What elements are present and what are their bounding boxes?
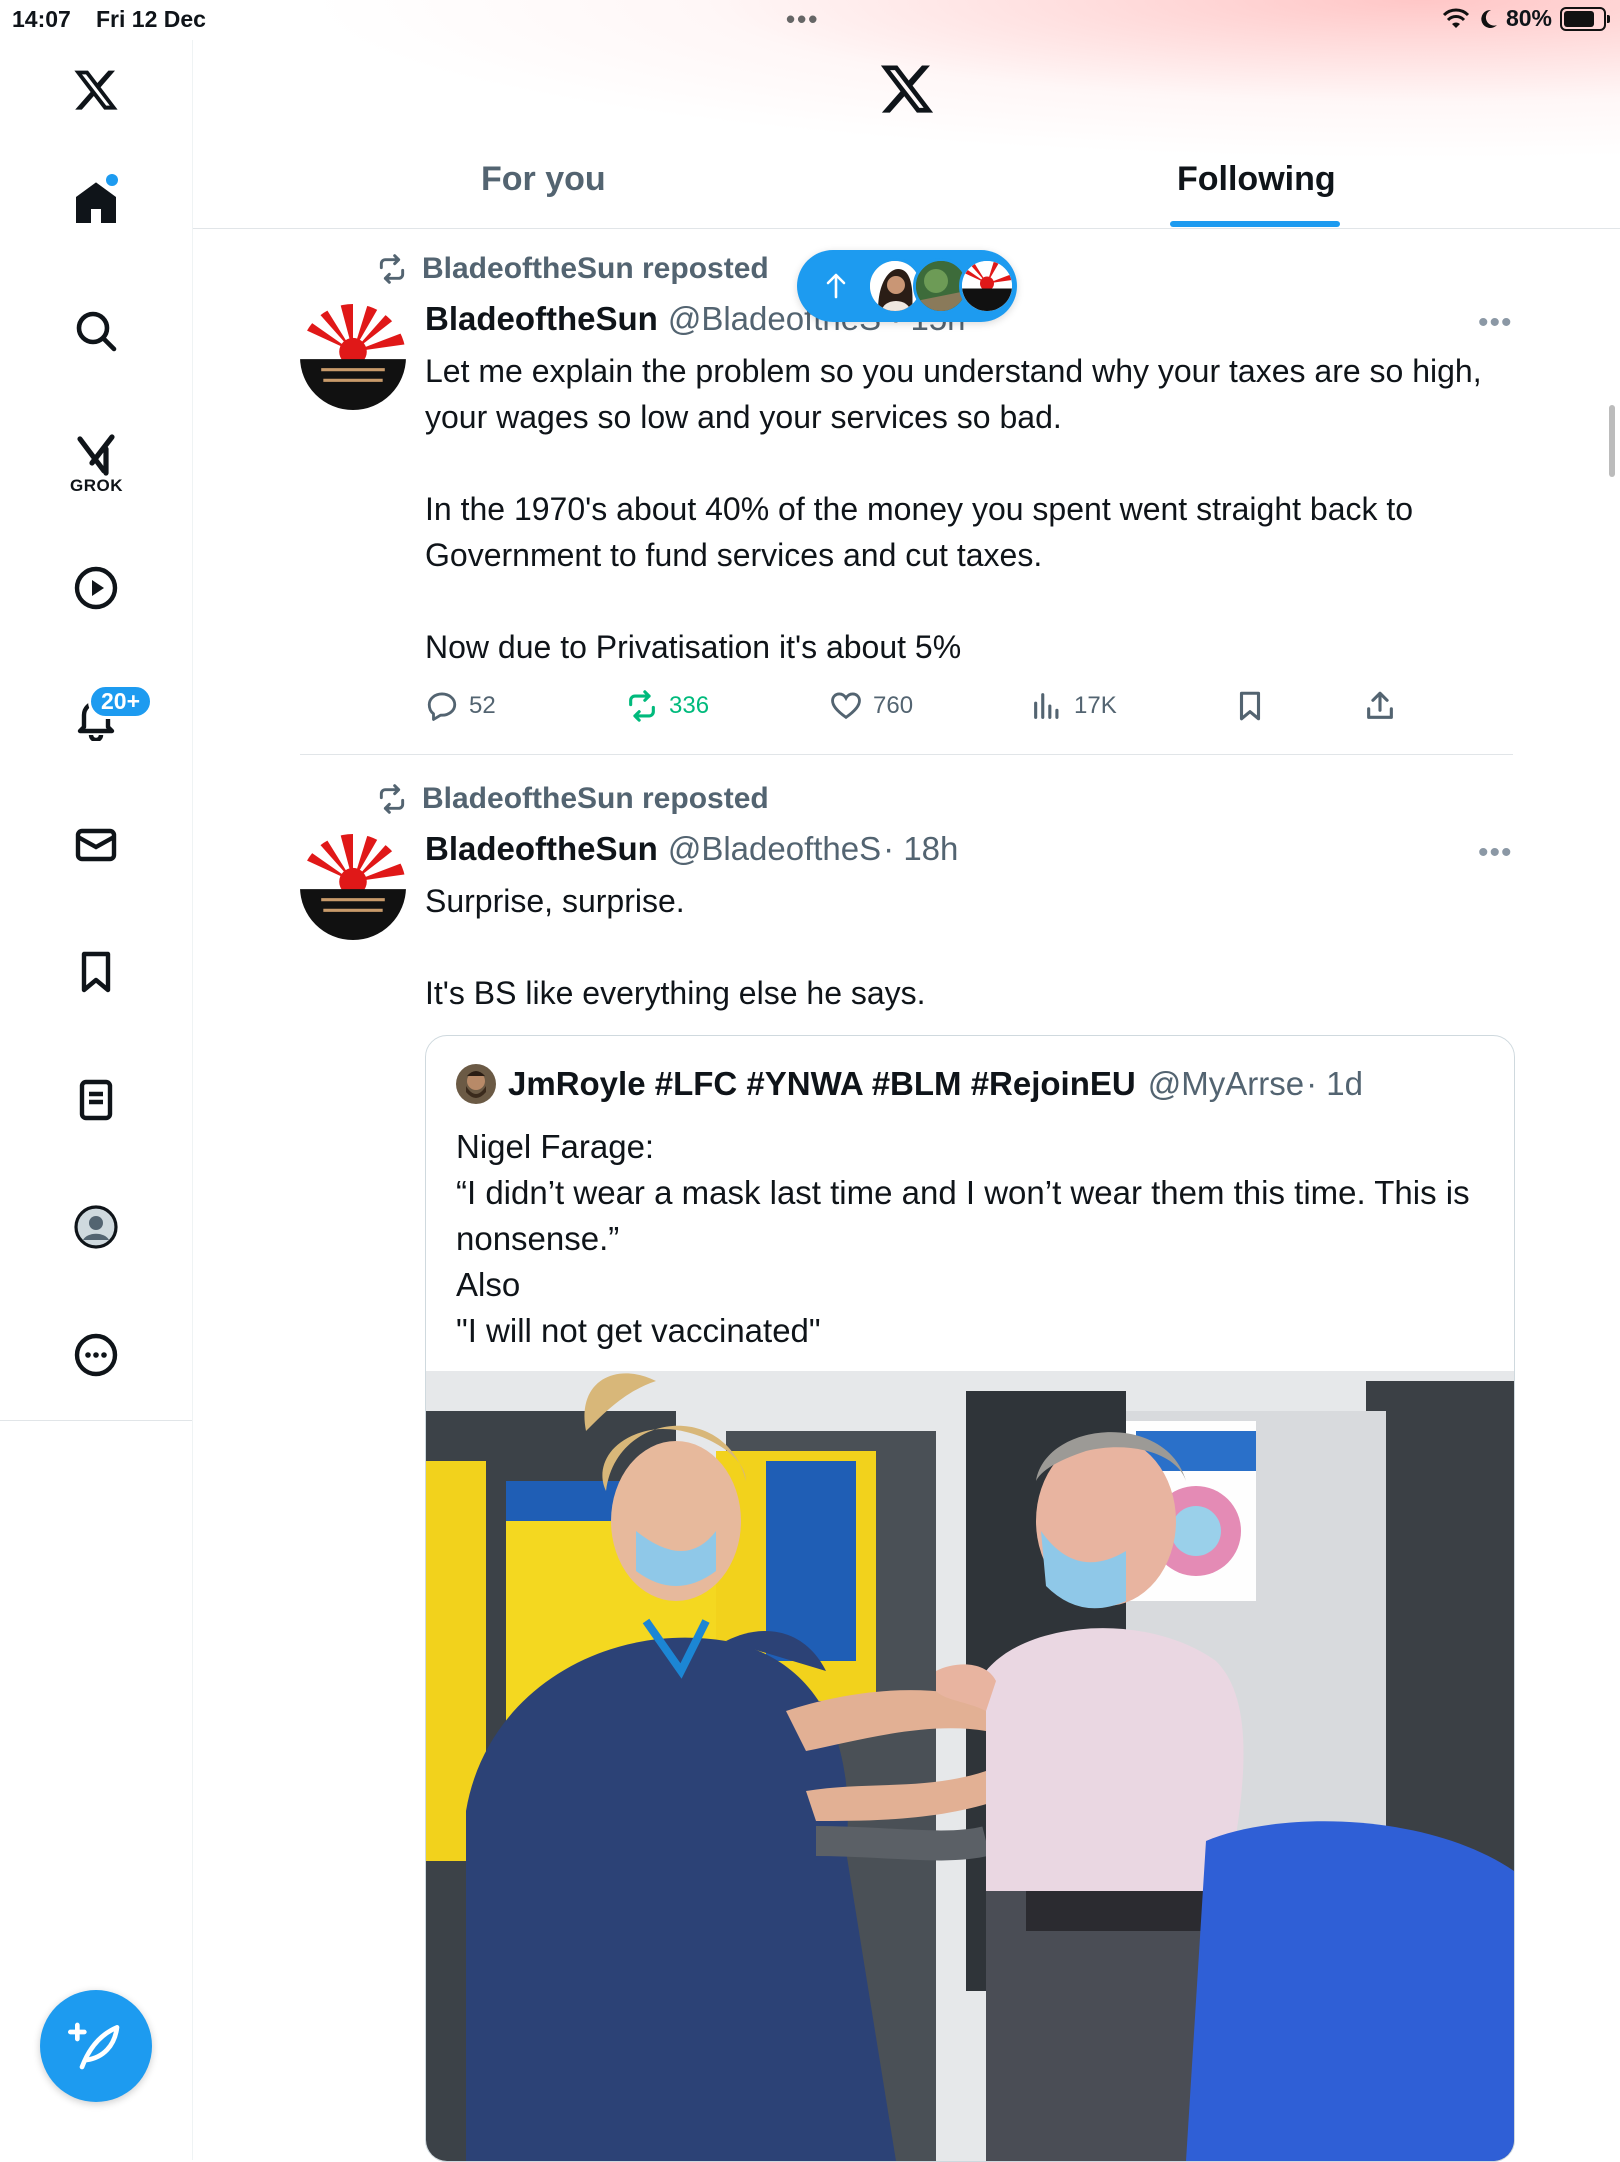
share-icon: [1367, 691, 1393, 719]
list-icon: [79, 1079, 113, 1121]
status-right: 80%: [1442, 5, 1610, 32]
mail-icon: [75, 828, 117, 862]
battery-fill: [1564, 10, 1595, 27]
status-date: Fri 12 Dec: [96, 6, 206, 32]
sidebar-item-more[interactable]: [46, 1320, 146, 1390]
rising-sun-avatar-icon: [300, 834, 406, 940]
post-actions: 52 336 760 17K: [425, 686, 1425, 726]
bookmark-icon: [1239, 691, 1261, 721]
views-chart-icon: [1034, 693, 1059, 719]
grok-label: GROK: [70, 476, 123, 495]
reply-button[interactable]: 52: [425, 689, 496, 723]
quote-text: Nigel Farage: “I didn’t wear a mask last…: [456, 1128, 1470, 1349]
wifi-icon: [1442, 8, 1470, 28]
home-unread-dot: [106, 174, 118, 186]
sidebar-item-profile[interactable]: [46, 1192, 146, 1262]
sidebar-item-explore[interactable]: [46, 296, 146, 366]
heart-icon: [831, 692, 861, 720]
battery-tip: [1607, 14, 1610, 23]
sidebar-item-home[interactable]: [46, 168, 146, 238]
battery-icon: [1560, 6, 1610, 31]
moon-icon: [1481, 9, 1497, 28]
header-logo[interactable]: [878, 60, 936, 118]
quote-photo[interactable]: [426, 1371, 1514, 2161]
pill-avatar: [959, 258, 1015, 314]
rising-sun-avatar-icon: [962, 261, 1012, 311]
bookmark-post-button[interactable]: [1233, 689, 1267, 723]
sidebar-item-video[interactable]: [46, 553, 146, 623]
vaccination-photo-image: [426, 1371, 1514, 2161]
like-count: 760: [873, 692, 914, 719]
repost-indicator: BladeoftheSun reposted: [376, 252, 769, 286]
search-icon: [76, 311, 117, 352]
new-posts-pill[interactable]: [797, 250, 1017, 322]
views-count: 17K: [1074, 692, 1117, 719]
sidebar-item-messages[interactable]: [46, 810, 146, 880]
sidebar-item-lists[interactable]: [46, 1065, 146, 1135]
compose-icon: [68, 2022, 120, 2070]
bearded-man-avatar-icon: [456, 1064, 496, 1104]
repost-label[interactable]: BladeoftheSun reposted: [422, 782, 769, 816]
post-text: Surprise, surprise. It's BS like everyth…: [425, 883, 926, 1011]
quote-author[interactable]: JmRoyle #LFC #YNWA #BLM #RejoinEU @MyArr…: [456, 1064, 1363, 1104]
tab-following[interactable]: Following: [1177, 160, 1336, 199]
active-tab-indicator: [1170, 221, 1340, 227]
arrow-up-icon: [826, 273, 846, 299]
post-author[interactable]: BladeoftheSun @BladeoftheS · 18h: [425, 830, 958, 868]
rising-sun-avatar-icon: [300, 304, 406, 410]
repost-icon: [629, 690, 655, 722]
home-icon: [76, 182, 116, 223]
share-button[interactable]: [1363, 689, 1397, 723]
repost-button[interactable]: 336: [625, 689, 709, 723]
scrollbar[interactable]: [1609, 405, 1615, 477]
post-time[interactable]: · 18h: [883, 830, 958, 868]
play-icon: [74, 566, 118, 610]
repost-icon: [379, 254, 405, 284]
repost-indicator: BladeoftheSun reposted: [376, 782, 769, 816]
x-logo-icon: [74, 70, 118, 110]
reply-count: 52: [469, 692, 496, 719]
repost-count: 336: [669, 692, 710, 719]
author-handle[interactable]: @BladeoftheS: [668, 830, 881, 868]
post-more-button[interactable]: •••: [1478, 836, 1513, 870]
quote-author-handle[interactable]: @MyArrse: [1148, 1065, 1304, 1103]
x-logo-button[interactable]: [46, 55, 146, 125]
battery-percent: 80%: [1505, 5, 1552, 31]
author-name[interactable]: BladeoftheSun: [425, 300, 658, 338]
x-logo-icon: [880, 65, 934, 113]
quote-author-name[interactable]: JmRoyle #LFC #YNWA #BLM #RejoinEU: [508, 1065, 1136, 1103]
status-time: 14:07: [12, 6, 71, 32]
views-button[interactable]: 17K: [1030, 689, 1117, 723]
like-button[interactable]: 760: [829, 689, 913, 723]
avatar[interactable]: [300, 304, 406, 410]
repost-label[interactable]: BladeoftheSun reposted: [422, 252, 769, 286]
profile-icon: [74, 1205, 118, 1249]
notification-badge: 20+: [88, 684, 154, 719]
tab-for-you[interactable]: For you: [481, 160, 606, 199]
avatar[interactable]: [300, 834, 406, 940]
repost-icon: [379, 784, 405, 814]
post-text: Let me explain the problem so you unders…: [425, 353, 1482, 665]
grok-icon: [77, 434, 115, 476]
author-name[interactable]: BladeoftheSun: [425, 830, 658, 868]
more-icon: [74, 1333, 118, 1377]
post-more-button[interactable]: •••: [1478, 306, 1513, 340]
header-divider: [193, 228, 1620, 229]
post-divider: [300, 754, 1513, 755]
quote-avatar: [456, 1064, 496, 1104]
quote-time[interactable]: · 1d: [1306, 1065, 1363, 1103]
quoted-post[interactable]: JmRoyle #LFC #YNWA #BLM #RejoinEU @MyArr…: [425, 1035, 1515, 2162]
reply-icon: [427, 692, 457, 721]
sidebar-item-bookmarks[interactable]: [46, 937, 146, 1007]
compose-button[interactable]: [40, 1990, 152, 2102]
bookmark-icon: [81, 951, 111, 993]
status-bar: 14:07 Fri 12 Dec ••• 80%: [0, 0, 1620, 40]
multitasking-dots-icon[interactable]: •••: [786, 4, 819, 35]
sidebar-divider: [0, 1420, 192, 1421]
